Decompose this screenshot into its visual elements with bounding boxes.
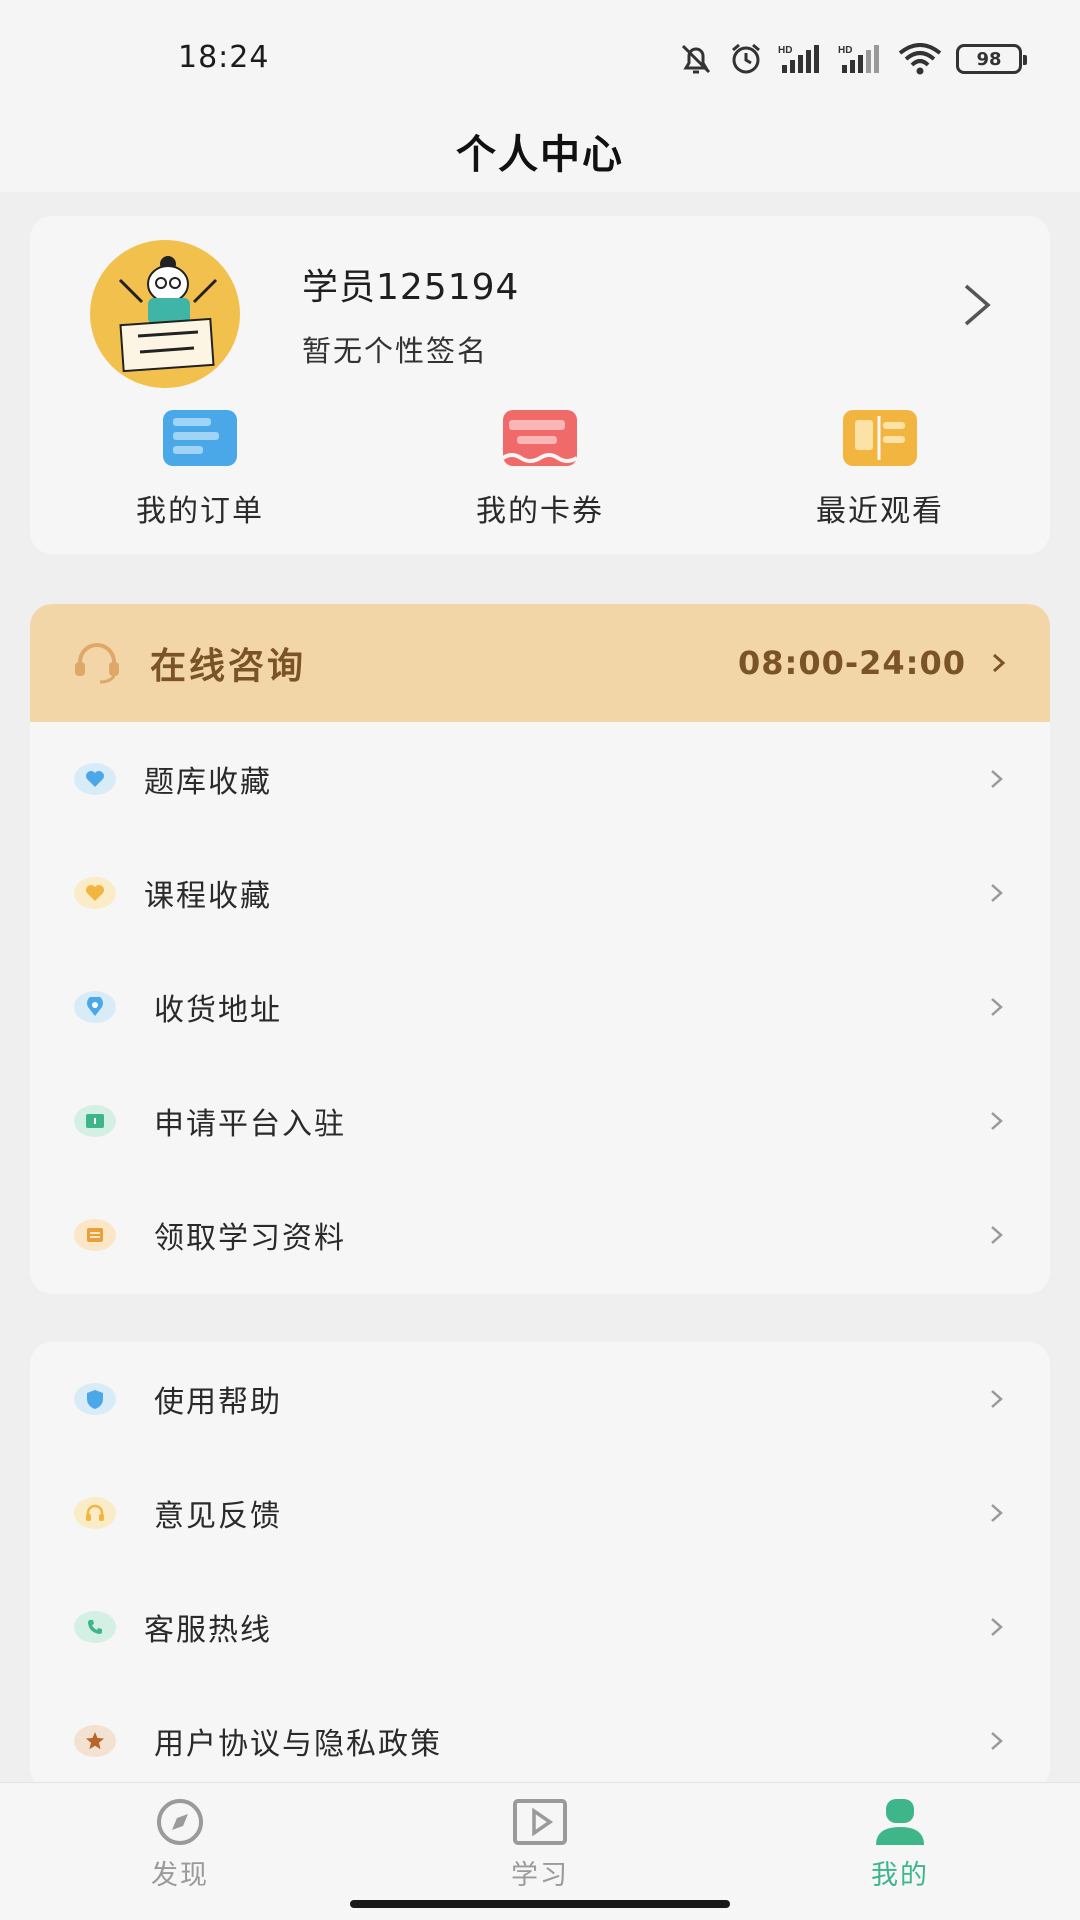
signal-icon-2: HD: [838, 45, 879, 73]
headset-icon: [74, 1497, 116, 1529]
menu-item-label: 领取学习资料: [154, 1221, 346, 1256]
avatar-illustration: [91, 240, 239, 388]
book-icon: [843, 410, 917, 466]
status-time: 18:24: [178, 40, 270, 75]
chevron-right-icon: [991, 1390, 1003, 1408]
tab-label: 发现: [151, 1860, 209, 1891]
wifi-icon: [898, 43, 942, 75]
my-orders-label: 我的订单: [136, 494, 264, 529]
status-bar: 18:24 HD HD 98: [0, 0, 1080, 110]
document-icon: [74, 1219, 116, 1251]
heart-icon: [74, 763, 116, 795]
battery-indicator: 98: [956, 44, 1027, 74]
menu-item-label: 客服热线: [144, 1613, 272, 1648]
menu-item-label: 课程收藏: [144, 879, 272, 914]
help-menu-card: 使用帮助 意见反馈 客服热线 用户协议与隐私政策: [30, 1342, 1050, 1790]
menu-item-help[interactable]: 使用帮助: [30, 1342, 1050, 1456]
recently-watched-label: 最近观看: [816, 494, 944, 529]
bell-muted-icon: [681, 44, 711, 74]
profile-card: 学员125194 暂无个性签名 我的订单 我的卡券 最近观看: [30, 216, 1050, 554]
order-icon: [163, 410, 237, 466]
page-title: 个人中心: [456, 132, 624, 178]
chevron-right-icon: [991, 1226, 1003, 1244]
chevron-right-icon: [991, 998, 1003, 1016]
menu-item-label: 用户协议与隐私政策: [154, 1727, 442, 1762]
my-coupons-button[interactable]: 我的卡券: [370, 406, 710, 536]
menu-item-label: 题库收藏: [144, 765, 272, 800]
phone-icon: [74, 1611, 116, 1643]
chevron-right-icon[interactable]: [962, 282, 992, 328]
home-indicator: [350, 1900, 730, 1908]
tab-label: 我的: [871, 1860, 929, 1891]
user-name[interactable]: 学员125194: [302, 258, 519, 310]
signal-icon: HD: [778, 45, 819, 73]
compass-icon: [157, 1799, 203, 1845]
menu-item-feedback[interactable]: 意见反馈: [30, 1456, 1050, 1570]
menu-item-hotline[interactable]: 客服热线: [30, 1570, 1050, 1684]
menu-item-study-materials[interactable]: 领取学习资料: [30, 1178, 1050, 1292]
chevron-right-icon: [991, 1618, 1003, 1636]
tab-mine[interactable]: 我的: [720, 1783, 1080, 1920]
coupon-icon: [501, 410, 579, 466]
online-consult-bar[interactable]: 在线咨询 08:00-24:00: [30, 604, 1050, 722]
person-icon: [876, 1799, 924, 1845]
main-menu-card: 在线咨询 08:00-24:00 题库收藏 课程收藏 收货地址 申请平台入驻 领…: [30, 604, 1050, 1294]
menu-item-label: 意见反馈: [154, 1499, 282, 1534]
my-coupons-label: 我的卡券: [476, 494, 604, 529]
chevron-right-icon: [991, 1732, 1003, 1750]
menu-item-label: 使用帮助: [154, 1385, 282, 1420]
headset-icon: [75, 643, 119, 684]
chevron-right-icon: [991, 770, 1003, 788]
menu-item-question-bank-favorites[interactable]: 题库收藏: [30, 722, 1050, 836]
my-orders-button[interactable]: 我的订单: [30, 406, 370, 536]
status-icons: HD HD 98: [678, 40, 1027, 78]
chevron-right-icon: [993, 653, 1006, 673]
consult-hours: 08:00-24:00: [738, 644, 966, 682]
quick-actions: 我的订单 我的卡券 最近观看: [30, 406, 1050, 536]
menu-item-course-favorites[interactable]: 课程收藏: [30, 836, 1050, 950]
alarm-icon: [732, 43, 760, 74]
svg-text:HD: HD: [838, 45, 852, 56]
menu-item-label: 申请平台入驻: [154, 1107, 346, 1142]
online-consult-title: 在线咨询: [150, 646, 307, 687]
menu-item-user-agreement[interactable]: 用户协议与隐私政策: [30, 1684, 1050, 1790]
svg-text:HD: HD: [778, 45, 792, 56]
nav-header: 个人中心: [0, 110, 1080, 192]
tab-label: 学习: [511, 1860, 569, 1891]
location-icon: [74, 991, 116, 1023]
shield-icon: [74, 1383, 116, 1415]
menu-item-label: 收货地址: [154, 993, 282, 1028]
book-open-icon: [74, 1105, 116, 1137]
user-signature: 暂无个性签名: [302, 334, 489, 368]
menu-item-apply-platform[interactable]: 申请平台入驻: [30, 1064, 1050, 1178]
avatar[interactable]: [90, 240, 240, 388]
heart-icon: [74, 877, 116, 909]
chevron-right-icon: [991, 884, 1003, 902]
menu-item-shipping-address[interactable]: 收货地址: [30, 950, 1050, 1064]
play-icon: [513, 1799, 567, 1845]
tab-discover[interactable]: 发现: [0, 1783, 360, 1920]
chevron-right-icon: [991, 1504, 1003, 1522]
recently-watched-button[interactable]: 最近观看: [710, 406, 1050, 536]
star-icon: [74, 1725, 116, 1757]
chevron-right-icon: [991, 1112, 1003, 1130]
